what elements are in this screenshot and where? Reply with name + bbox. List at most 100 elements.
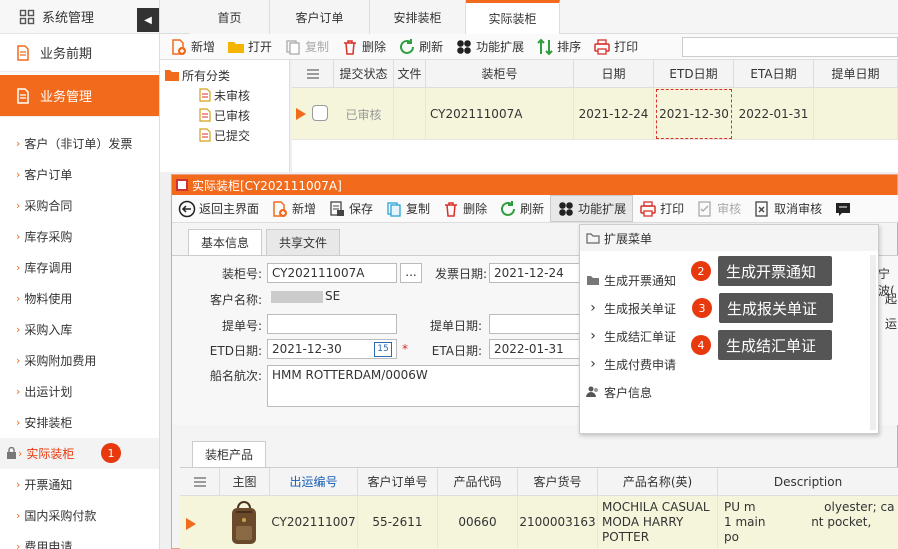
invoice-date-field[interactable]: 2021-12-24 [489,263,581,283]
column-header[interactable]: 文件 [394,60,426,88]
cancel-approve-button[interactable]: 取消审核 [747,195,828,222]
new-button[interactable]: 新增 [265,195,322,222]
column-header[interactable]: Description [718,468,898,496]
menu-item-generate-payment-request[interactable]: › 生成付费申请 [586,355,676,373]
sidebar-item-actual-loading[interactable]: › 实际装柜 1 [0,438,159,469]
sidebar-item[interactable]: › 客户订单 [0,159,159,190]
product-image [224,498,264,549]
new-button[interactable]: 新增 [160,34,221,59]
sidebar-item[interactable]: › 出运计划 [0,376,159,407]
transport-label-cut: 运 [885,317,898,331]
container-no-field[interactable]: CY202111007A [267,263,397,283]
button-label: 保存 [349,202,374,216]
column-header[interactable]: 日期 [574,60,654,88]
column-header[interactable]: 主图 [220,468,270,496]
column-header[interactable]: 出运编号 [270,468,358,496]
cell-product-name: MOCHILA CASUAL MODA HARRY POTTER [598,496,718,548]
printer-icon [593,38,611,56]
sidebar-item[interactable]: › 物料使用 [0,283,159,314]
customer-name-field[interactable]: SE [267,289,581,307]
grid-menu-header[interactable] [292,60,334,88]
print-button[interactable]: 打印 [633,195,690,222]
sidebar-item-label: 采购附加费用 [24,354,97,368]
table-row[interactable]: 已审核 CY202111007A 2021-12-24 2021-12-30 2… [292,88,898,140]
sidebar-collapse-button[interactable]: ◀ [137,8,159,32]
tree-node-unreviewed[interactable]: 未审核 [198,86,250,104]
tab-actual-loading[interactable]: 实际装柜 [466,0,560,34]
vessel-voyage-field[interactable]: HMM ROTTERDAM/0006W [267,365,581,407]
product-name-line: POTTER [602,529,650,544]
column-header[interactable]: 产品名称(英) [598,468,718,496]
column-header[interactable]: 产品代码 [438,468,518,496]
column-header[interactable]: 客户订单号 [358,468,438,496]
menu-item-generate-invoice-notice[interactable]: 生成开票通知 [586,271,676,289]
sidebar-item[interactable]: › 安排装柜 [0,407,159,438]
open-button[interactable]: 打开 [221,34,278,59]
sidebar-item[interactable]: › 采购入库 [0,314,159,345]
menu-item-label: 生成开票通知 [604,273,677,288]
chevron-right-icon: › [590,328,596,344]
tree-node-reviewed[interactable]: 已审核 [198,106,250,124]
tab-basic-info[interactable]: 基本信息 [188,229,262,255]
table-row[interactable]: CY202111007 55-2611 00660 2100003163 MOC… [180,496,898,549]
tab-home[interactable]: 首页 [190,0,270,34]
callout-generate-customs-docs: 生成报关单证 [719,293,833,323]
extend-functions-button[interactable]: 功能扩展 [550,195,634,222]
sidebar-item[interactable]: › 开票通知 [0,469,159,500]
sidebar-item[interactable]: › 库存调用 [0,252,159,283]
sort-button[interactable]: 排序 [530,34,587,59]
column-header[interactable]: 装柜号 [426,60,574,88]
column-header[interactable]: 提单日期 [814,60,898,88]
search-input[interactable] [682,37,898,57]
approve-button[interactable]: 审核 [690,195,747,222]
copy-button[interactable]: 复制 [278,34,335,59]
dialog-title: 实际装柜[CY202111007A] [192,178,342,193]
row-checkbox[interactable] [312,105,328,121]
tree-node-submitted[interactable]: 已提交 [198,126,250,144]
refresh-button[interactable]: 刷新 [392,34,449,59]
sidebar-item[interactable]: › 库存采购 [0,221,159,252]
sidebar-item[interactable]: › 费用申请 [0,531,159,549]
menu-item-customer-info[interactable]: 客户信息 [586,383,652,401]
sidebar-item[interactable]: › 采购合同 [0,190,159,221]
bl-no-field[interactable] [267,314,397,334]
extend-functions-button[interactable]: 功能扩展 [449,34,530,59]
sidebar-item[interactable]: › 国内采购付款 [0,500,159,531]
column-header[interactable]: 客户货号 [518,468,598,496]
delete-button[interactable]: 删除 [335,34,392,59]
tree-label: 所有分类 [182,68,231,83]
menu-item-generate-settlement-docs[interactable]: › 生成结汇单证 [586,327,676,345]
sidebar-group-pre-business[interactable]: 业务前期 [0,34,159,72]
sidebar-item[interactable]: › 客户（非订单）发票 [0,128,159,159]
tab-arrange-loading[interactable]: 安排装柜 [370,0,466,34]
column-header[interactable]: ETD日期 [654,60,734,88]
product-name-line: MOCHILA CASUAL [602,499,710,514]
departure-label-cut: 起 [885,292,898,306]
tab-loading-products[interactable]: 装柜产品 [192,441,266,467]
eta-date-field[interactable]: 2022-01-31 [489,339,581,359]
delete-button[interactable]: 删除 [436,195,493,222]
tree-root[interactable]: 所有分类 [164,66,230,84]
button-label: 删除 [362,40,387,54]
menu-item-generate-customs-docs[interactable]: › 生成报关单证 [586,299,676,317]
print-button[interactable]: 打印 [587,34,644,59]
product-grid-menu-header[interactable] [180,468,220,496]
menu-scrollbar[interactable] [870,255,876,430]
sidebar-item-label: 出运计划 [24,385,73,399]
button-label: 新增 [191,40,216,54]
column-header[interactable]: 提交状态 [334,60,394,88]
sidebar-group-business[interactable]: 业务管理 [0,75,159,117]
calendar-icon[interactable]: 15 [374,342,392,357]
refresh-button[interactable]: 刷新 [493,195,550,222]
tab-shared-files[interactable]: 共享文件 [266,229,340,255]
copy-button[interactable]: 复制 [379,195,436,222]
more-button[interactable] [828,195,858,222]
save-button[interactable]: 保存 [322,195,379,222]
tab-customer-order[interactable]: 客户订单 [270,0,370,34]
bl-date-field[interactable] [489,314,581,334]
row-pointer-icon [296,108,306,120]
container-no-lookup-button[interactable]: ... [400,263,422,283]
sidebar-item[interactable]: › 采购附加费用 [0,345,159,376]
back-to-main-button[interactable]: 返回主界面 [172,195,265,222]
column-header[interactable]: ETA日期 [734,60,814,88]
